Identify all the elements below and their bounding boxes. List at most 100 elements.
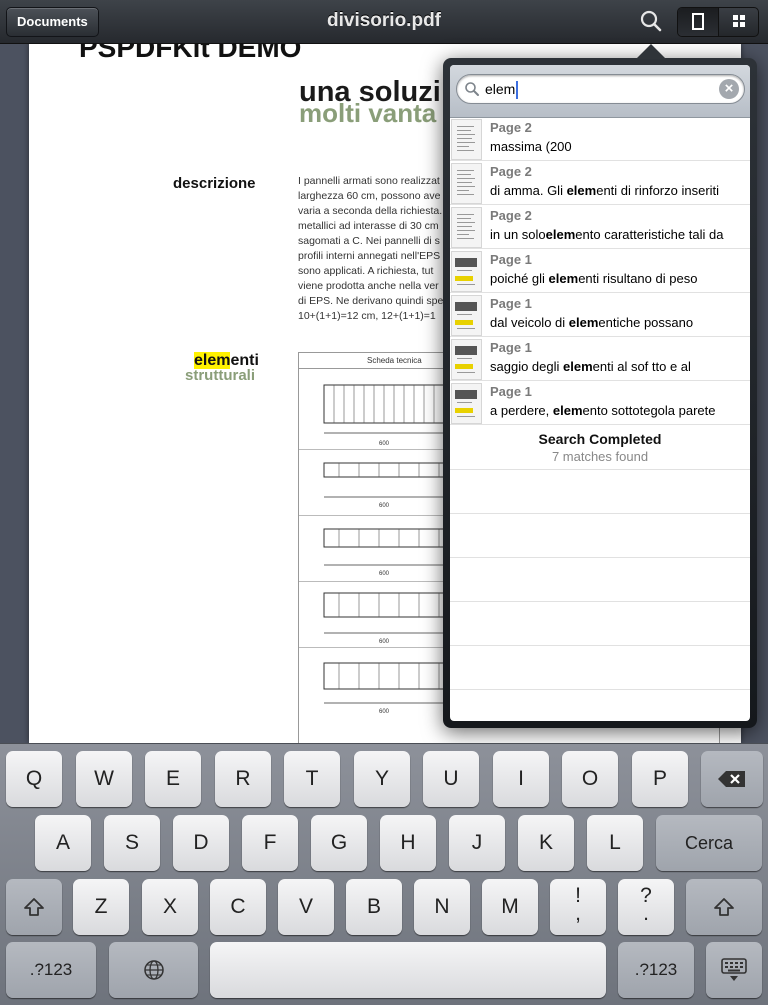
search-result-row[interactable]: Page 2 in un soloelemento caratteristich… [450, 205, 750, 249]
key-a[interactable]: A [35, 815, 91, 871]
description-line: sagomati a C. Nei pannelli di s [298, 235, 440, 247]
search-result-row[interactable]: Page 1 dal veicolo di elementiche possan… [450, 293, 750, 337]
empty-row [450, 558, 750, 602]
result-page: Page 2 [490, 208, 532, 223]
search-result-row[interactable]: Page 1 saggio degli elementi al sof tto … [450, 337, 750, 381]
on-screen-keyboard: Q W E R T Y U I O P A S D F G H J K L Ce… [0, 743, 768, 1005]
empty-row [450, 646, 750, 690]
key-u[interactable]: U [423, 751, 479, 807]
key-t[interactable]: T [284, 751, 340, 807]
search-popover-content: × Page 2 massima (200 Page 2 di amma. Gl… [450, 65, 750, 721]
key-p[interactable]: P [632, 751, 688, 807]
snippet-pre: massima (200 [490, 139, 572, 154]
dimension-label: 600 [379, 441, 390, 447]
result-page: Page 1 [490, 384, 532, 399]
numbers-key-left[interactable]: .?123 [6, 942, 96, 998]
page-subheading: molti vanta [299, 98, 437, 128]
globe-key[interactable] [109, 942, 198, 998]
page-thumbnail [451, 119, 482, 160]
description-line: larghezza 60 cm, possono ave [298, 190, 441, 202]
key-j[interactable]: J [449, 815, 505, 871]
shift-key-right[interactable] [686, 879, 762, 935]
key-q[interactable]: Q [6, 751, 62, 807]
search-status-title: Search Completed [538, 431, 662, 447]
result-snippet: saggio degli elementi al sof tto e al [490, 359, 748, 374]
key-e[interactable]: E [145, 751, 201, 807]
key-z[interactable]: Z [73, 879, 129, 935]
result-snippet: a perdere, elemento sottotegola parete [490, 403, 748, 418]
dimension-label: 600 [379, 639, 390, 645]
clear-icon[interactable]: × [719, 79, 739, 99]
single-page-view-button[interactable] [678, 8, 718, 36]
snippet-match: elem [568, 315, 599, 330]
snippet-post: enti di rinforzo inseriti [596, 183, 720, 198]
key-b[interactable]: B [346, 879, 402, 935]
search-results-list: Page 2 massima (200 Page 2 di amma. Gli … [450, 117, 750, 690]
search-input[interactable] [485, 79, 713, 99]
key-y[interactable]: Y [354, 751, 410, 807]
popover-arrow [636, 44, 666, 59]
snippet-pre: a perdere, [490, 403, 553, 418]
description-line: profili interni annegati nell'EPS [298, 250, 441, 262]
shift-key-left[interactable] [6, 879, 62, 935]
globe-icon [143, 960, 164, 980]
key-x[interactable]: X [142, 879, 198, 935]
snippet-pre: saggio degli [490, 359, 563, 374]
key-w[interactable]: W [76, 751, 132, 807]
strutturali-heading: strutturali [185, 367, 256, 384]
key-n[interactable]: N [414, 879, 470, 935]
snippet-post: enti risultano di peso [578, 271, 698, 286]
search-bar: × [450, 65, 750, 118]
search-field[interactable]: × [456, 74, 745, 104]
search-result-row[interactable]: Page 2 di amma. Gli elementi di rinforzo… [450, 161, 750, 205]
result-snippet: poiché gli elementi risultano di peso [490, 271, 748, 286]
empty-row [450, 514, 750, 558]
key-o[interactable]: O [562, 751, 618, 807]
key-exclamation-comma[interactable]: ! , [550, 879, 606, 935]
description-line: sono applicati. A richiesta, tut [298, 265, 434, 277]
snippet-match: elem [566, 183, 597, 198]
search-return-key[interactable]: Cerca [656, 815, 762, 871]
result-snippet: di amma. Gli elementi di rinforzo inseri… [490, 183, 748, 198]
key-question-period[interactable]: ? . [618, 879, 674, 935]
hide-keyboard-icon [721, 958, 747, 981]
result-page: Page 2 [490, 164, 532, 179]
description-line: varia a seconda della richiesta. [298, 205, 443, 217]
snippet-post: ento sottotegola parete [582, 403, 716, 418]
hide-keyboard-key[interactable] [706, 942, 762, 998]
search-result-row[interactable]: Page 2 massima (200 [450, 117, 750, 161]
key-d[interactable]: D [173, 815, 229, 871]
result-snippet: in un soloelemento caratteristiche tali … [490, 227, 748, 242]
snippet-pre: dal veicolo di [490, 315, 569, 330]
key-s[interactable]: S [104, 815, 160, 871]
description-line: metallici ad interasse di 30 cm [298, 220, 439, 232]
dimension-label: 600 [379, 571, 390, 577]
page-thumbnail [451, 207, 482, 248]
page-thumbnail [451, 251, 482, 292]
key-k[interactable]: K [518, 815, 574, 871]
snippet-pre: poiché gli [490, 271, 549, 286]
key-r[interactable]: R [215, 751, 271, 807]
description-line: 10+(1+1)=12 cm, 12+(1+1)=1 [298, 310, 436, 322]
key-f[interactable]: F [242, 815, 298, 871]
dimension-label: 600 [379, 503, 390, 509]
snippet-match: elem [563, 359, 593, 374]
key-v[interactable]: V [278, 879, 334, 935]
grid-view-button[interactable] [718, 8, 758, 36]
key-m[interactable]: M [482, 879, 538, 935]
key-i[interactable]: I [493, 751, 549, 807]
search-icon[interactable] [639, 9, 663, 33]
search-status: Search Completed 7 matches found [450, 425, 750, 470]
key-g[interactable]: G [311, 815, 367, 871]
backspace-key[interactable] [701, 751, 763, 807]
search-result-row[interactable]: Page 1 a perdere, elemento sottotegola p… [450, 381, 750, 425]
search-result-row[interactable]: Page 1 poiché gli elementi risultano di … [450, 249, 750, 293]
result-page: Page 2 [490, 120, 532, 135]
key-l[interactable]: L [587, 815, 643, 871]
key-h[interactable]: H [380, 815, 436, 871]
space-key[interactable] [210, 942, 606, 998]
dimension-label: 600 [379, 709, 390, 715]
numbers-key-right[interactable]: .?123 [618, 942, 694, 998]
key-c[interactable]: C [210, 879, 266, 935]
page-thumbnail [451, 383, 482, 424]
